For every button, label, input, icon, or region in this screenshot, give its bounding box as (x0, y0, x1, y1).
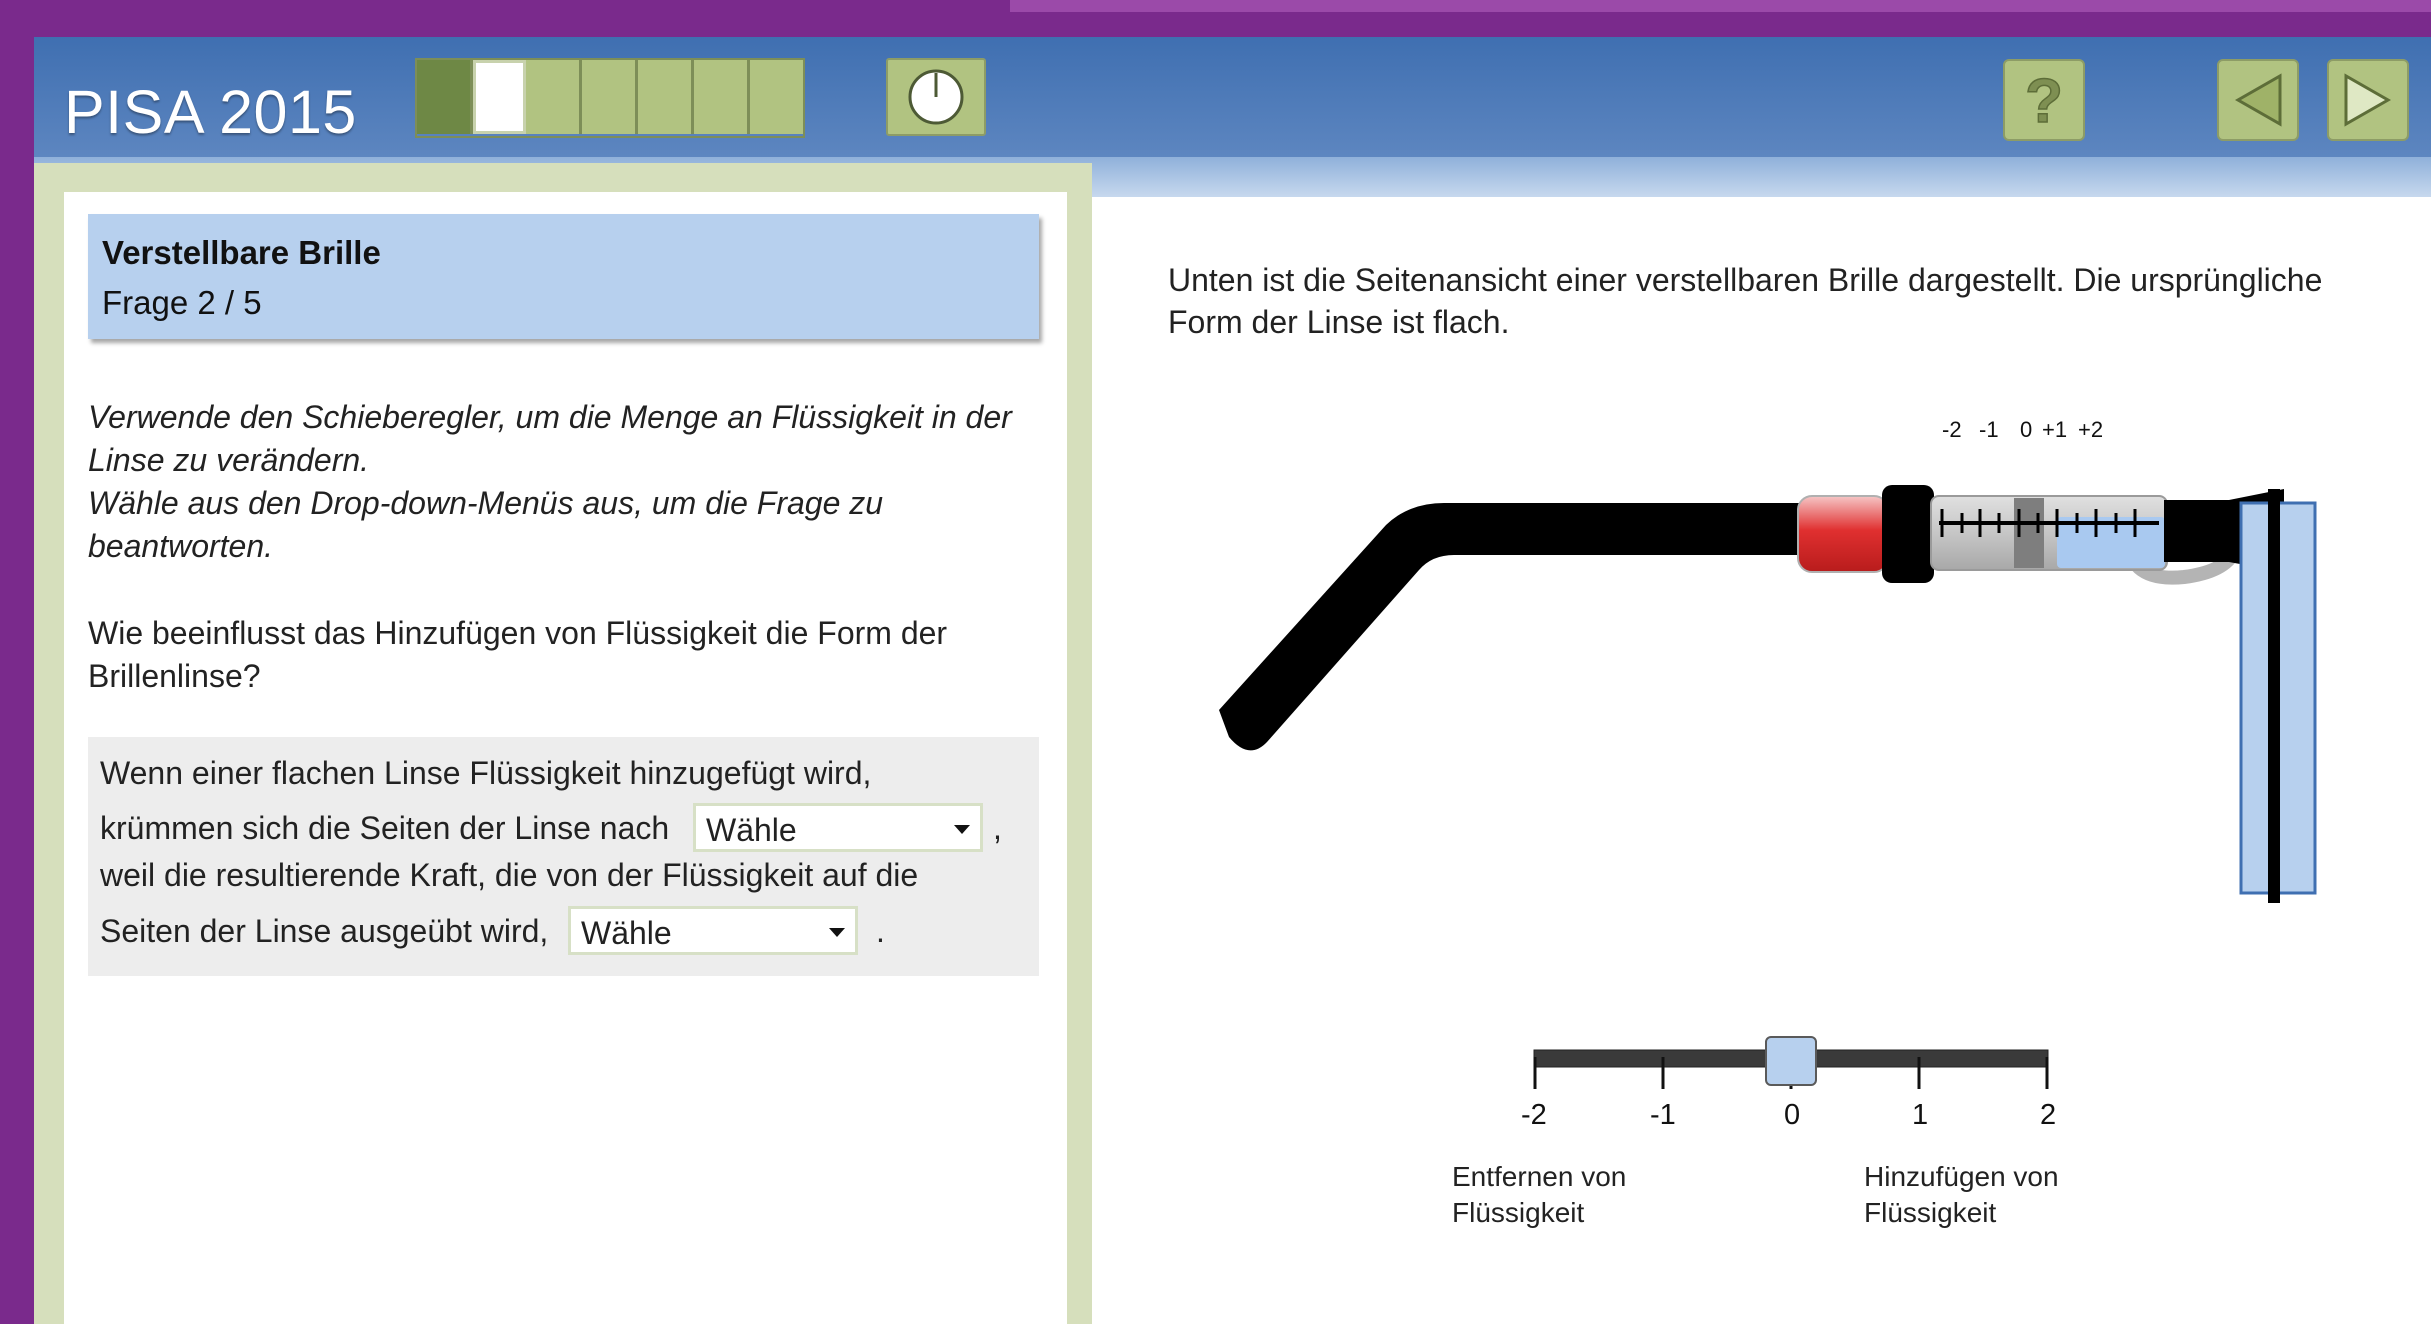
glasses-temple (1219, 503, 1799, 751)
slider-tick-label: 0 (1784, 1099, 1801, 1131)
syringe-collar (1882, 485, 1934, 583)
slider-caption-remove-line1: Entfernen von (1452, 1161, 1627, 1192)
syringe-scale-label: 0 (2020, 417, 2033, 442)
slider-tick-label: 2 (2040, 1099, 2057, 1131)
slider-caption-add: Hinzufügen von Flüssigkeit (1864, 1159, 2059, 1231)
slider-tick-label: 1 (1912, 1099, 1929, 1131)
fluid-slider[interactable] (1494, 997, 2074, 1107)
slider-handle[interactable] (1765, 1036, 1817, 1086)
window-border-accent (1010, 0, 2431, 12)
syringe-scale-label: +1 (2042, 417, 2068, 442)
slider-caption-add-line2: Flüssigkeit (1864, 1197, 1997, 1228)
slider-tick-label: -2 (1521, 1099, 1547, 1131)
slider-tick-label: -1 (1650, 1099, 1676, 1131)
slider-caption-remove: Entfernen von Flüssigkeit (1452, 1159, 1626, 1231)
syringe-scale-label: -2 (1942, 417, 1962, 442)
test-window: PISA 2015 ? Verstellbare Brille Frage 2 … (34, 37, 2431, 1324)
syringe-scale-label: +2 (2078, 417, 2104, 442)
slider-caption-remove-line2: Flüssigkeit (1452, 1197, 1585, 1228)
glasses-illustration (1219, 485, 2317, 903)
glasses-frame-front (2268, 489, 2280, 903)
syringe-plunger (1797, 495, 1889, 573)
syringe-scale-label: -1 (1979, 417, 1999, 442)
slider-caption-add-line1: Hinzufügen von (1864, 1161, 2059, 1192)
